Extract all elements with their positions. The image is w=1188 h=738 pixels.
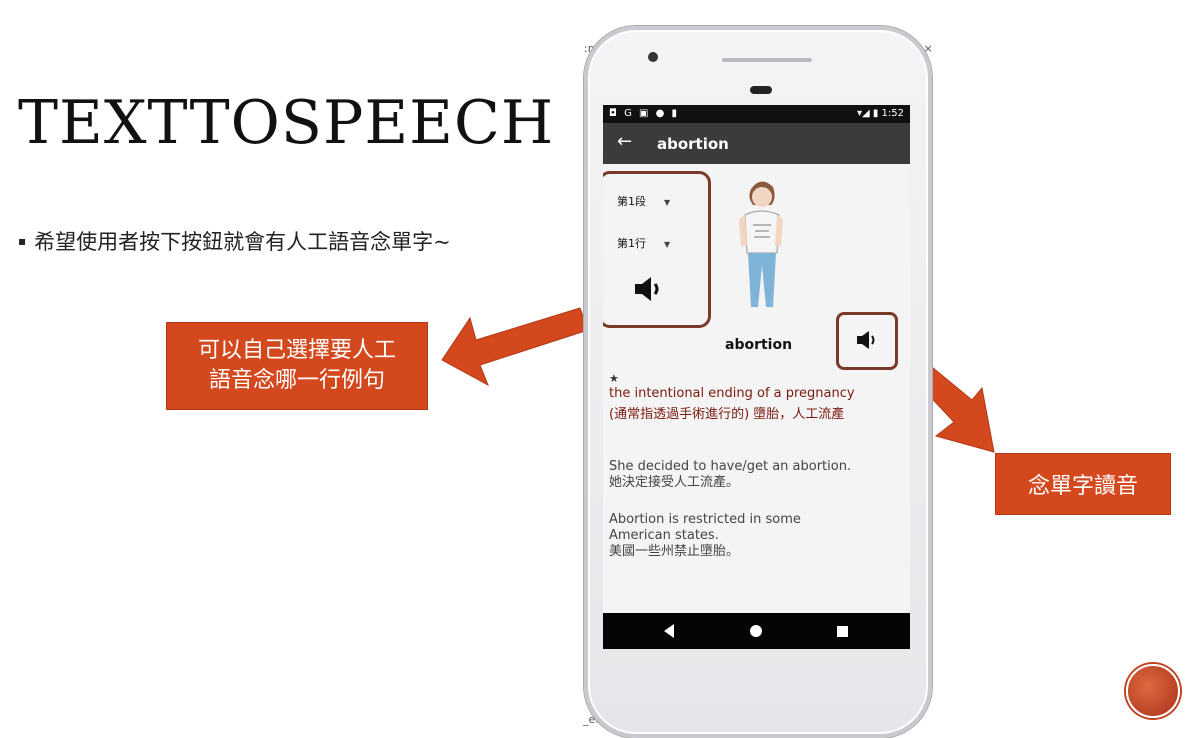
headword: abortion [725, 337, 793, 353]
app-bar: ← abortion [603, 123, 910, 164]
status-right: ▾◢ ▮ 1:52 [856, 108, 904, 119]
app-bar-title: abortion [657, 135, 729, 153]
back-arrow-icon[interactable]: ← [617, 131, 632, 152]
notification-icons: ◘ G ▣ ● ▮ [609, 108, 680, 119]
example-2: Abortion is restricted in some American … [609, 512, 801, 560]
slide-title: TEXTTOSPEECH [18, 88, 555, 158]
line-select-value: 第1行 [617, 237, 646, 250]
example-2-en-line2: American states. [609, 528, 719, 543]
android-nav-bar [603, 613, 910, 649]
star-icon: ★ [609, 372, 619, 385]
status-time: 1:52 [881, 108, 904, 119]
bullet-text: 希望使用者按下按鈕就會有人工語音念單字~ [34, 230, 451, 254]
definition-chinese: (通常指透過手術進行的) 墮胎，人工流產 [609, 407, 845, 422]
segment-select[interactable]: 第1段 ▼ [617, 193, 670, 209]
example-1-zh: 她決定接受人工流產。 [609, 475, 740, 490]
pronounce-word-button[interactable] [836, 312, 898, 370]
app-screen: ◘ G ▣ ● ▮ ▾◢ ▮ 1:52 ← abortion 第1段 ▼ 第1行 ▼… [603, 105, 910, 649]
example-2-en-line1: Abortion is restricted in some [609, 512, 801, 527]
callout-left-line1: 可以自己選擇要人工 [197, 338, 396, 363]
definition-english: the intentional ending of a pregnancy [609, 386, 855, 401]
nav-back-icon[interactable] [664, 624, 674, 638]
callout-select-line: 可以自己選擇要人工 語音念哪一行例句 [166, 322, 428, 410]
callout-word-pronounce: 念單字讀音 [995, 453, 1171, 515]
example-1-en: She decided to have/get an abortion. [609, 459, 852, 474]
bullet-dot: ▪ [18, 234, 27, 248]
segment-select-value: 第1段 [617, 195, 646, 208]
slide-bullet: ▪ 希望使用者按下按鈕就會有人工語音念單字~ [18, 226, 451, 256]
phone-sensor [750, 86, 772, 94]
nav-recent-icon[interactable] [837, 626, 848, 637]
chevron-down-icon: ▼ [664, 198, 671, 207]
callout-left-line2: 語音念哪一行例句 [208, 368, 385, 393]
line-select[interactable]: 第1行 ▼ [617, 235, 670, 251]
chevron-down-icon: ▼ [664, 240, 671, 249]
speaker-icon [857, 331, 875, 349]
example-2-zh: 美國一些州禁止墮胎。 [609, 544, 740, 559]
phone-earpiece [722, 58, 812, 62]
arrow-left [441, 307, 589, 387]
phone-camera [648, 52, 658, 62]
slide-logo [1126, 664, 1180, 718]
illustration-image [739, 181, 783, 307]
status-bar: ◘ G ▣ ● ▮ ▾◢ ▮ 1:52 [603, 105, 910, 123]
example-1: She decided to have/get an abortion. 她決定… [609, 459, 851, 491]
speak-example-button[interactable] [633, 275, 665, 303]
nav-home-icon[interactable] [750, 625, 762, 637]
